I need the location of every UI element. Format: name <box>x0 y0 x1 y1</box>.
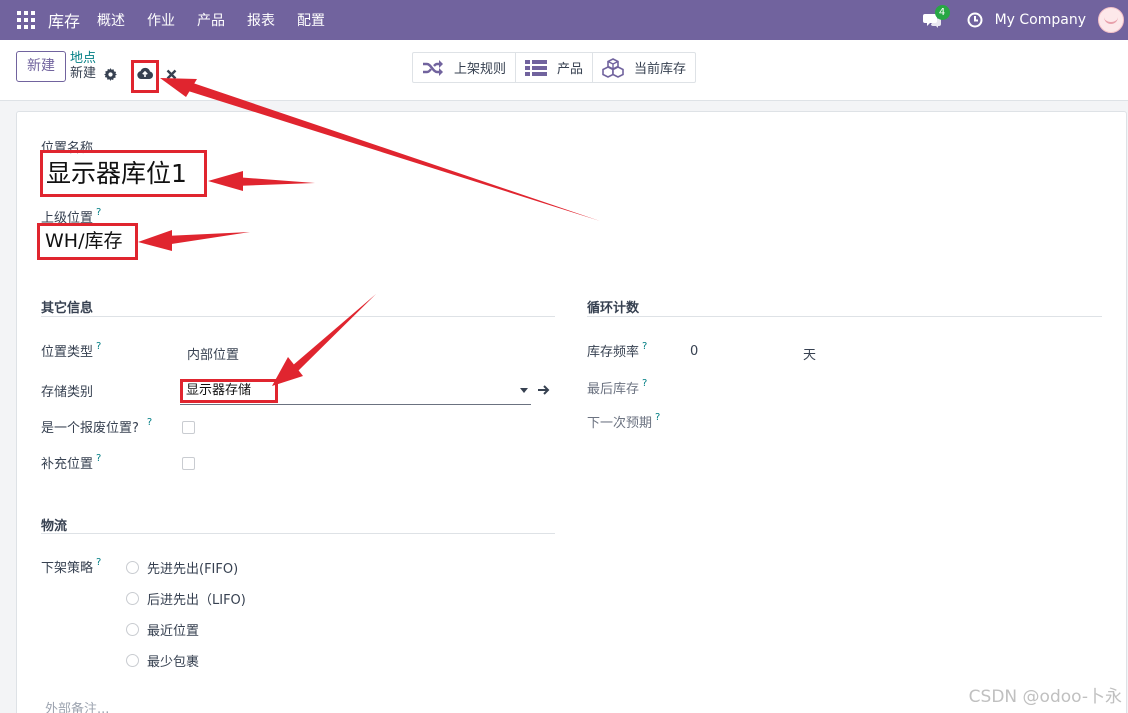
storage-category-input[interactable]: 显示器存储 <box>180 378 531 405</box>
removal-lifo-label[interactable]: 后进先出（LIFO) <box>147 589 246 608</box>
navbar-systray: 4 My Company <box>922 0 1128 40</box>
messages-badge: 4 <box>934 5 950 20</box>
storage-category-value[interactable]: 显示器存储 <box>180 379 278 403</box>
putaway-rules-button[interactable]: 上架规则 <box>413 53 517 82</box>
section-divider <box>587 316 1102 317</box>
section-divider <box>41 316 555 317</box>
section-divider <box>41 533 555 534</box>
help-icon[interactable]: ? <box>96 557 101 568</box>
list-icon <box>525 59 548 76</box>
user-avatar[interactable] <box>1098 7 1124 33</box>
menu-item-products[interactable]: 产品 <box>186 10 236 30</box>
help-icon[interactable]: ? <box>642 341 647 352</box>
location-type-value[interactable]: 内部位置 <box>187 344 239 363</box>
last-inventory-label-text: 最后库存 <box>587 382 640 397</box>
location-type-label-text: 位置类型 <box>41 345 94 360</box>
save-annotation-box <box>131 60 159 93</box>
cubes-icon <box>602 57 624 78</box>
gear-icon[interactable] <box>104 68 117 81</box>
putaway-rules-label: 上架规则 <box>454 62 507 77</box>
menu-item-configuration[interactable]: 配置 <box>286 10 336 30</box>
location-name-field[interactable]: 显示器库位1 <box>40 150 207 197</box>
help-icon[interactable]: ? <box>147 417 152 428</box>
discard-close-icon[interactable] <box>166 69 177 80</box>
messages-icon[interactable]: 4 <box>922 5 950 30</box>
apps-grid-icon[interactable] <box>17 11 35 29</box>
smart-button-bar: 上架规则 产品 当前库存 <box>412 52 697 83</box>
parent-location-field[interactable]: WH/库存 <box>37 223 138 260</box>
section-other-info: 其它信息 <box>41 301 94 316</box>
help-icon[interactable]: ? <box>642 378 647 389</box>
removal-strategy-label: 下架策略? <box>41 557 101 576</box>
breadcrumb-parent-link[interactable]: 地点 <box>70 51 96 66</box>
storage-category-label: 存储类别 <box>41 385 94 400</box>
breadcrumb: 地点 新建 <box>70 51 96 82</box>
section-cycle-count: 循环计数 <box>587 301 640 316</box>
inventory-frequency-value[interactable]: 0 <box>690 344 698 359</box>
control-panel: 新建 地点 新建 上架规则 产品 当前库存 <box>0 40 1128 101</box>
last-inventory-label: 最后库存? <box>587 378 647 397</box>
scrap-location-label: 是一个报废位置?? <box>41 417 152 436</box>
help-icon[interactable]: ? <box>96 207 101 218</box>
location-type-label: 位置类型? <box>41 341 101 360</box>
removal-least-packages-radio[interactable] <box>126 654 139 667</box>
shuffle-icon <box>423 59 443 76</box>
products-button[interactable]: 产品 <box>516 53 594 82</box>
help-icon[interactable]: ? <box>655 412 660 423</box>
current-stock-button[interactable]: 当前库存 <box>593 53 695 82</box>
removal-fifo-label[interactable]: 先进先出(FIFO) <box>147 558 238 577</box>
removal-lifo-radio[interactable] <box>126 592 139 605</box>
removal-closest-label[interactable]: 最近位置 <box>147 620 199 639</box>
removal-strategy-label-text: 下架策略 <box>41 561 94 576</box>
current-stock-label: 当前库存 <box>634 62 687 77</box>
next-expected-label-text: 下一次预期 <box>587 416 653 431</box>
form-sheet: 位置名称 显示器库位1 上级位置? WH/库存 其它信息 位置类型? 内部位置 … <box>16 111 1127 713</box>
company-switcher[interactable]: My Company <box>995 12 1086 28</box>
internal-link-arrow-icon[interactable] <box>537 384 551 396</box>
scrap-location-label-text: 是一个报废位置? <box>41 421 139 436</box>
main-menu: 概述 作业 产品 报表 配置 <box>86 10 336 30</box>
dropdown-caret-icon[interactable] <box>520 388 528 393</box>
replenish-location-label-text: 补充位置 <box>41 457 94 472</box>
removal-fifo-radio[interactable] <box>126 561 139 574</box>
help-icon[interactable]: ? <box>96 341 101 352</box>
new-button[interactable]: 新建 <box>16 51 66 82</box>
menu-item-overview[interactable]: 概述 <box>86 10 136 30</box>
watermark: CSDN @odoo-卜永 <box>968 687 1122 707</box>
help-icon[interactable]: ? <box>96 453 101 464</box>
next-expected-label: 下一次预期? <box>587 412 660 431</box>
external-notes-placeholder[interactable]: 外部备注... <box>45 698 109 713</box>
menu-item-reporting[interactable]: 报表 <box>236 10 286 30</box>
removal-least-packages-label[interactable]: 最少包裹 <box>147 651 199 670</box>
inventory-frequency-unit: 天 <box>803 348 817 363</box>
scrap-location-checkbox[interactable] <box>182 421 195 434</box>
section-logistics: 物流 <box>41 519 68 534</box>
inventory-frequency-label: 库存频率? <box>587 341 647 360</box>
removal-closest-radio[interactable] <box>126 623 139 636</box>
app-title[interactable]: 库存 <box>48 8 80 32</box>
inventory-frequency-label-text: 库存频率 <box>587 345 640 360</box>
top-navbar: 库存 概述 作业 产品 报表 配置 4 My Company <box>0 0 1128 40</box>
replenish-location-label: 补充位置? <box>41 453 101 472</box>
products-label: 产品 <box>557 62 584 77</box>
activity-clock-icon[interactable] <box>967 12 983 28</box>
replenish-location-checkbox[interactable] <box>182 457 195 470</box>
breadcrumb-current: 新建 <box>70 66 97 81</box>
menu-item-operations[interactable]: 作业 <box>136 10 186 30</box>
